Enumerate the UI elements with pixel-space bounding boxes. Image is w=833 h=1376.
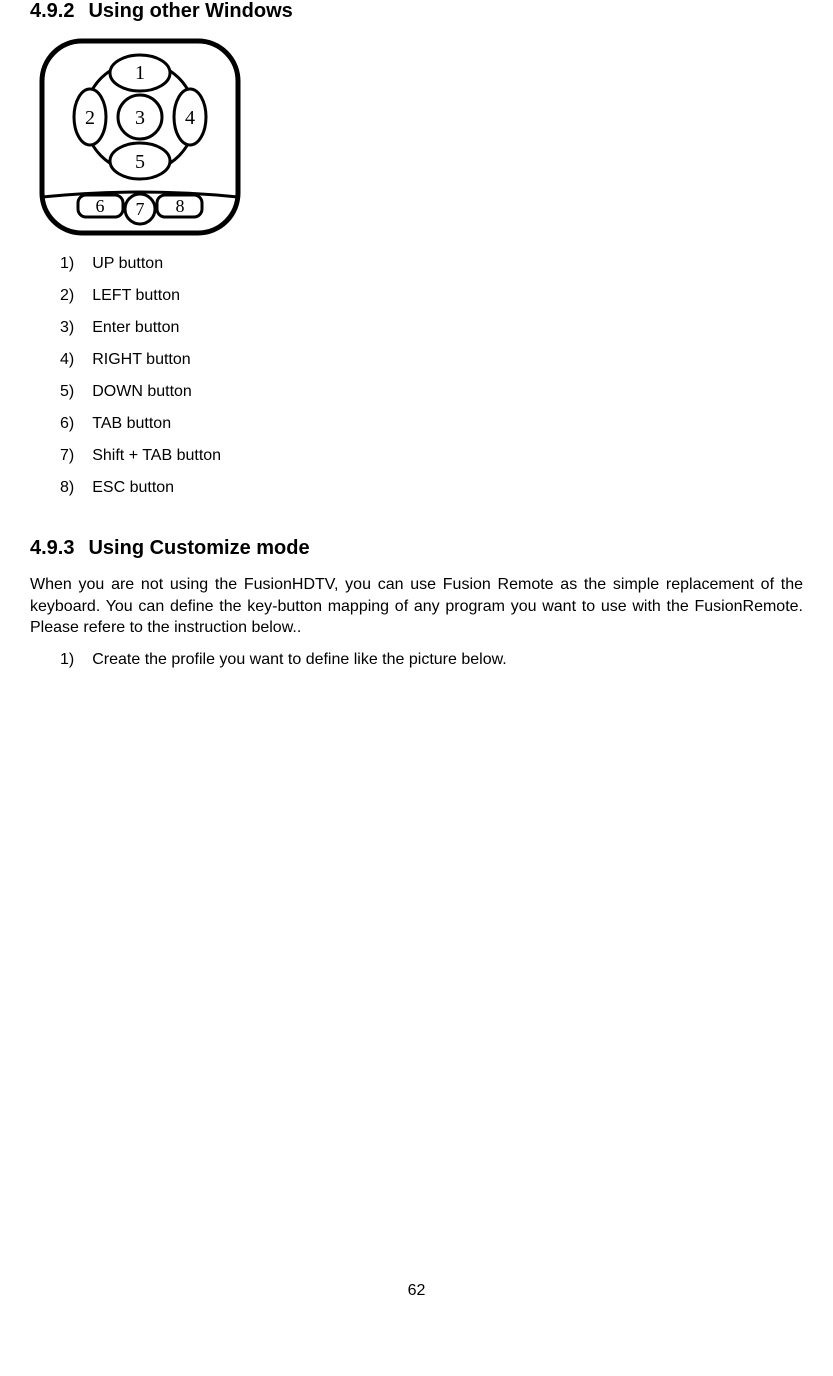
list-num: 3) (60, 319, 74, 337)
section-title: Using other Windows (88, 0, 292, 22)
list-num: 6) (60, 415, 74, 433)
list-label: Enter button (92, 319, 179, 336)
remote-label-7: 7 (136, 199, 145, 219)
list-num: 7) (60, 447, 74, 465)
list-item: 8) ESC button (60, 479, 803, 497)
remote-label-2: 2 (85, 107, 95, 129)
list-label: Create the profile you want to define li… (92, 651, 506, 668)
section-heading-4-9-3: 4.9.3 Using Customize mode (30, 537, 803, 560)
remote-label-3: 3 (135, 107, 145, 129)
list-num: 1) (60, 651, 74, 669)
section-title: Using Customize mode (88, 537, 309, 559)
list-item: 3) Enter button (60, 319, 803, 337)
remote-label-5: 5 (135, 151, 145, 173)
list-item: 1) UP button (60, 255, 803, 273)
remote-label-1: 1 (135, 62, 145, 84)
button-description-list: 1) UP button 2) LEFT button 3) Enter button… (30, 255, 803, 497)
list-item: 2) LEFT button (60, 287, 803, 305)
section-number: 4.9.2 (30, 0, 74, 22)
list-label: UP button (92, 255, 163, 272)
list-label: Shift + TAB button (92, 447, 221, 464)
list-label: DOWN button (92, 383, 192, 400)
list-item: 6) TAB button (60, 415, 803, 433)
list-item: 4) RIGHT button (60, 351, 803, 369)
list-label: RIGHT button (92, 351, 190, 368)
steps-list: 1) Create the profile you want to define … (30, 651, 803, 669)
list-label: ESC button (92, 479, 174, 496)
section-number: 4.9.3 (30, 537, 74, 559)
remote-label-8: 8 (176, 196, 185, 216)
remote-label-4: 4 (185, 107, 195, 129)
list-item: 7) Shift + TAB button (60, 447, 803, 465)
section-paragraph: When you are not using the FusionHDTV, y… (30, 574, 803, 639)
list-label: LEFT button (92, 287, 180, 304)
list-num: 1) (60, 255, 74, 273)
list-label: TAB button (92, 415, 171, 432)
list-num: 2) (60, 287, 74, 305)
remote-label-6: 6 (96, 196, 105, 216)
list-num: 5) (60, 383, 74, 401)
page-number: 62 (0, 1282, 833, 1300)
list-item: 1) Create the profile you want to define … (60, 651, 803, 669)
list-item: 5) DOWN button (60, 383, 803, 401)
list-num: 8) (60, 479, 74, 497)
remote-illustration: 1 2 3 4 5 6 7 8 (30, 37, 250, 237)
section-heading-4-9-2: 4.9.2 Using other Windows (30, 0, 803, 23)
list-num: 4) (60, 351, 74, 369)
